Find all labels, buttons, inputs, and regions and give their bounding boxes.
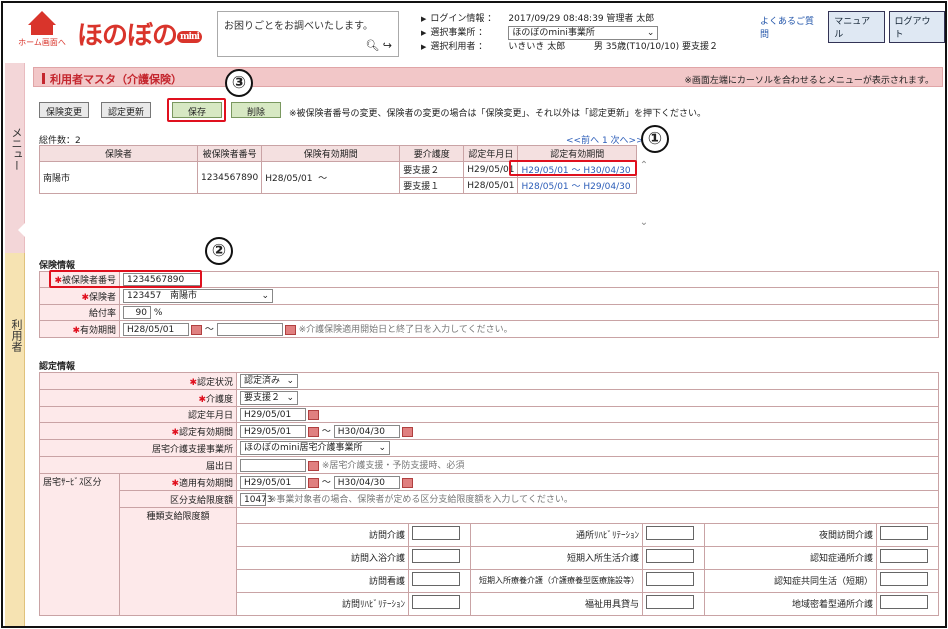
search-input[interactable]: お困りごとをお調べいたします。 — [224, 17, 373, 32]
session-info: ▶ ログイン情報 ： 2017/09/29 08:48:39 管理者 太郎 ▶ 選択事… — [421, 14, 718, 52]
calendar-icon[interactable] — [308, 460, 319, 471]
cert-status-select[interactable]: 認定済み ⌄ — [240, 374, 298, 388]
home-button[interactable]: ホーム画面へ — [17, 11, 67, 51]
callout-1: ① — [641, 125, 669, 153]
calendar-icon[interactable] — [308, 409, 319, 420]
logout-button[interactable]: ログアウト — [888, 11, 945, 43]
service-limit-input[interactable] — [412, 595, 460, 609]
highlight-cert-period — [509, 160, 637, 176]
app-window: ホーム画面へ ほのぼの mini お困りごとをお調べいたします。 🔍︎ ↪ ▶ ログ… — [1, 1, 947, 628]
side-user-label: 利用者 — [10, 319, 23, 352]
cert-form: ✱認定状況 認定済み ⌄ ✱介護度 要支援２ ⌄ 認定年月日 H29/05/01 ✱認定有… — [39, 372, 939, 616]
cert-section-title: 認定情報 — [39, 362, 76, 372]
cert-update-button[interactable]: 認定更新 — [101, 102, 152, 118]
valid-from-input[interactable]: H29/05/01 — [240, 425, 306, 438]
benefit-rate-input[interactable]: 90 — [123, 306, 151, 319]
period-to-input[interactable] — [216, 323, 283, 336]
top-links: よくあるご質問 マニュアル ログアウト — [760, 11, 945, 43]
calendar-icon[interactable] — [401, 477, 413, 488]
calendar-icon[interactable] — [191, 324, 202, 335]
report-date-input[interactable] — [240, 459, 306, 472]
calendar-icon[interactable] — [284, 324, 296, 335]
care-office-select[interactable]: ほのぼのmini居宅介護事業所 ⌄ — [240, 441, 390, 455]
toolbar-hint: ※被保険者番号の変更、保険者の変更の場合は「保険変更」、それ以外は「認定更新」を… — [289, 109, 707, 119]
collapse-arrow-icon — [18, 223, 25, 237]
service-limit-input[interactable] — [880, 595, 928, 609]
service-limit-input[interactable] — [880, 526, 928, 540]
manual-button[interactable]: マニュアル — [828, 11, 885, 43]
search-icon[interactable]: 🔍︎ — [365, 39, 379, 52]
service-limit-input[interactable] — [646, 572, 694, 586]
highlight-insured-number — [49, 270, 202, 288]
period-from-input[interactable]: H28/05/01 — [123, 323, 189, 336]
home-icon — [28, 11, 56, 25]
side-menu-label: メニュー — [10, 127, 23, 171]
search-box[interactable]: お困りごとをお調べいたします。 🔍︎ ↪ — [217, 11, 399, 57]
apply-to-input[interactable]: H30/04/30 — [333, 476, 400, 489]
service-limit-input[interactable] — [880, 549, 928, 563]
office-select[interactable]: ほのぼのmini事業所 ⌄ — [508, 26, 659, 40]
service-limit-input[interactable] — [412, 549, 460, 563]
side-menu-tab[interactable]: メニュー — [5, 63, 25, 253]
cert-date-input[interactable]: H29/05/01 — [240, 408, 306, 421]
delete-button[interactable]: 削除 — [231, 102, 281, 118]
care-level-select[interactable]: 要支援２ ⌄ — [240, 391, 298, 405]
page-title-bar: 利用者マスタ（介護保険） ※画面左端にカーソルを合わせるとメニューが表示されます… — [33, 67, 943, 87]
faq-link[interactable]: よくあるご質問 — [760, 14, 822, 40]
side-user-tab[interactable]: 利用者 — [5, 253, 25, 626]
enter-arrow-icon[interactable]: ↪ — [383, 39, 392, 52]
insurance-change-button[interactable]: 保険変更 — [39, 102, 90, 118]
highlight-save — [167, 98, 226, 122]
service-limit-input[interactable] — [646, 526, 694, 540]
service-limit-input[interactable] — [412, 572, 460, 586]
home-label: ホーム画面へ — [18, 38, 66, 47]
list-scrollbar[interactable]: ⌃ ⌄ — [637, 160, 651, 238]
apply-from-input[interactable]: H29/05/01 — [240, 476, 306, 489]
calendar-icon[interactable] — [308, 426, 319, 437]
calendar-icon[interactable] — [401, 426, 413, 437]
service-limit-input[interactable] — [646, 595, 694, 609]
cert-period-link[interactable]: H28/05/01 〜 H29/04/30 — [517, 177, 637, 194]
callout-2: ② — [205, 237, 233, 265]
login-info: 2017/09/29 08:48:39 管理者 太郎 — [508, 14, 655, 24]
scroll-down-icon[interactable]: ⌄ — [637, 217, 651, 228]
callout-3: ③ — [225, 69, 253, 97]
selected-user: いきいき 太郎 男 35歳(T10/10/10) 要支援２ — [508, 42, 718, 52]
service-limit-input[interactable] — [646, 549, 694, 563]
limit-amount-input[interactable]: 10473 — [240, 493, 273, 506]
valid-to-input[interactable]: H30/04/30 — [333, 425, 400, 438]
insurer-select[interactable]: 123457 南陽市 ⌄ — [123, 289, 273, 303]
calendar-icon[interactable] — [308, 477, 319, 488]
service-limit-input[interactable] — [880, 572, 928, 586]
page-title: 利用者マスタ（介護保険） — [42, 71, 182, 87]
page-note: ※画面左端にカーソルを合わせるとメニューが表示されます。 — [684, 76, 934, 86]
logo: ほのぼの mini — [77, 15, 202, 52]
scroll-up-icon[interactable]: ⌃ — [637, 160, 651, 171]
service-limit-input[interactable] — [412, 526, 460, 540]
